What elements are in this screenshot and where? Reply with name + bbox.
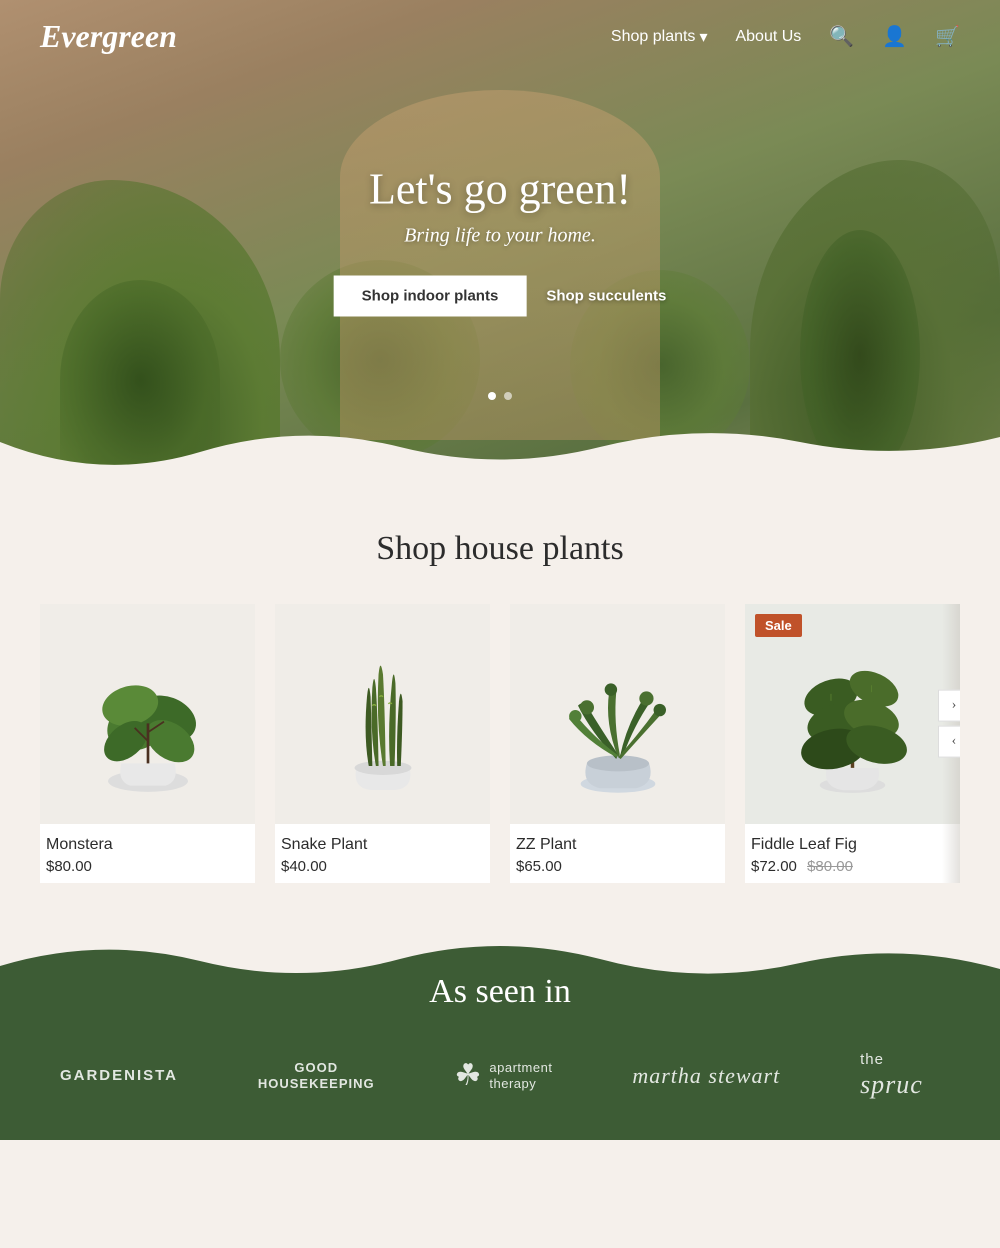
nav-about-us[interactable]: About Us (735, 28, 801, 46)
carousel-dot-1[interactable] (488, 392, 496, 400)
product-original-price: $80.00 (807, 858, 853, 875)
logo[interactable]: Evergreen (40, 18, 177, 55)
sale-badge: Sale (755, 614, 802, 637)
brand-gardenista: GARDENISTA (60, 1067, 178, 1084)
carousel-next-button[interactable]: › (938, 689, 960, 721)
cart-icon[interactable]: 🛒 (935, 24, 960, 49)
product-image-monstera (40, 604, 255, 824)
shop-indoor-plants-button[interactable]: Shop indoor plants (334, 276, 527, 317)
nav-shop-plants[interactable]: Shop plants ▾ (611, 27, 708, 47)
carousel-prev-button[interactable]: ‹ (938, 725, 960, 757)
brand-good-housekeeping: GOOD HOUSEKEEPING (258, 1060, 375, 1091)
product-price-zz-plant: $65.00 (516, 858, 719, 875)
apartment-therapy-icon: ☘ (455, 1058, 482, 1093)
product-name-fiddle-leaf: Fiddle Leaf Fig (751, 836, 954, 854)
product-price-fiddle-leaf: $72.00 $80.00 (751, 858, 954, 875)
carousel-dot-2[interactable] (504, 392, 512, 400)
brand-apartment-therapy: ☘ apartment therapy (455, 1058, 553, 1093)
product-image-zz-plant (510, 604, 725, 824)
hero-title: Let's go green! (334, 164, 667, 215)
brands-row: GARDENISTA GOOD HOUSEKEEPING ☘ apartment… (0, 1051, 1000, 1100)
account-icon[interactable]: 👤 (882, 24, 907, 49)
product-card-fiddle-leaf[interactable]: Sale (745, 604, 960, 883)
product-price-snake-plant: $40.00 (281, 858, 484, 875)
products-row: Monstera $80.00 (40, 604, 960, 883)
product-card-monstera[interactable]: Monstera $80.00 (40, 604, 255, 883)
brand-martha-stewart: martha stewart (632, 1063, 780, 1089)
product-name-zz-plant: ZZ Plant (516, 836, 719, 854)
product-name-monstera: Monstera (46, 836, 249, 854)
chevron-down-icon: ▾ (699, 27, 707, 47)
hero-subtitle: Bring life to your home. (334, 225, 667, 248)
search-icon[interactable]: 🔍 (829, 24, 854, 49)
product-card-snake-plant[interactable]: Snake Plant $40.00 (275, 604, 490, 883)
product-name-snake-plant: Snake Plant (281, 836, 484, 854)
as-seen-section: As seen in GARDENISTA GOOD HOUSEKEEPING … (0, 923, 1000, 1140)
shop-succulents-button[interactable]: Shop succulents (546, 288, 666, 305)
shop-section: Shop house plants (0, 480, 1000, 923)
product-image-snake-plant (275, 604, 490, 824)
brand-the-spruce: the spruc (860, 1051, 940, 1100)
product-image-fiddle-leaf: Sale (745, 604, 960, 824)
carousel-arrows: › ‹ (938, 689, 960, 757)
as-seen-title: As seen in (0, 973, 1000, 1011)
product-card-zz-plant[interactable]: ZZ Plant $65.00 (510, 604, 725, 883)
product-price-monstera: $80.00 (46, 858, 249, 875)
shop-section-title: Shop house plants (40, 530, 960, 568)
